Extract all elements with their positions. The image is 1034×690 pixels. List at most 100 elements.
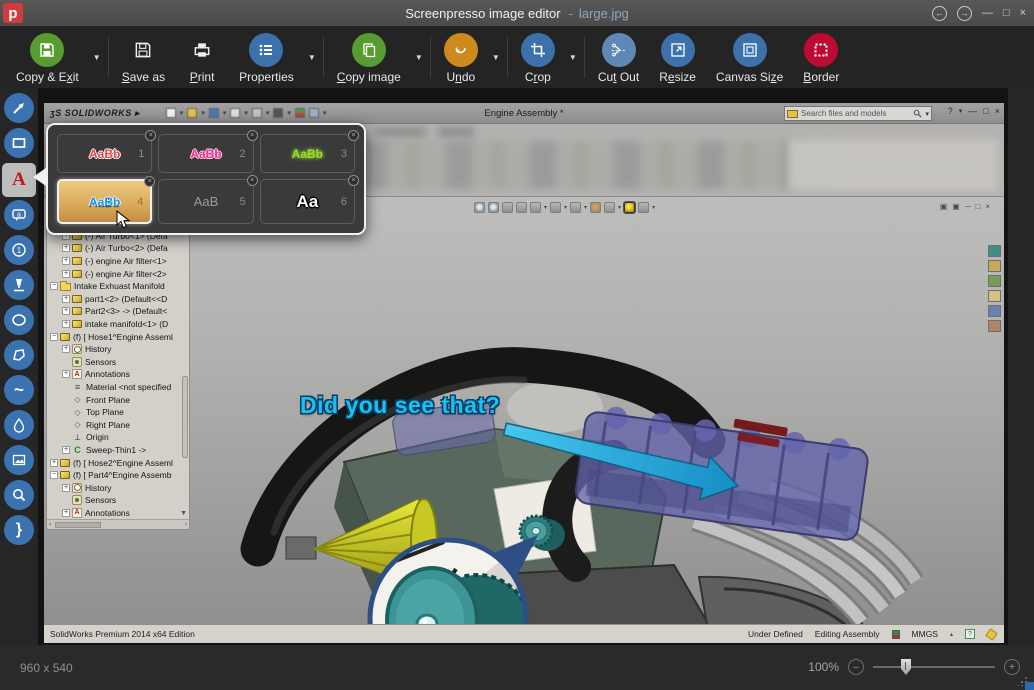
style-tile-2[interactable]: AaBb 2 × (158, 134, 253, 173)
text-tool[interactable]: A (4, 165, 34, 195)
expand-icon[interactable]: + (62, 446, 70, 454)
style-tile-1[interactable]: AaBb 1 × (57, 134, 152, 173)
polygon-tool[interactable] (4, 340, 34, 370)
style-tile-4-selected[interactable]: AaBb 4 × (57, 179, 152, 224)
expand-icon[interactable]: + (62, 345, 70, 353)
tree-item[interactable]: + (-) engine Air filter<2> (47, 267, 189, 280)
crop-button[interactable]: Crop (511, 29, 565, 86)
canvas-size-button[interactable]: Canvas Size (706, 29, 793, 86)
tree-item[interactable]: + (f) [ Hose2^Engine Asseml (47, 456, 189, 469)
delete-style-icon[interactable]: × (144, 176, 155, 187)
annotation-text[interactable]: Did you see that? (300, 392, 500, 419)
back-icon[interactable]: ← (932, 6, 947, 21)
copy-exit-button[interactable]: Copy & Exit (6, 29, 89, 86)
properties-dropdown[interactable]: ▼ (304, 53, 320, 62)
undo-dropdown[interactable]: ▼ (488, 53, 504, 62)
delete-style-icon[interactable]: × (348, 130, 359, 141)
tree-item[interactable]: Origin (47, 431, 189, 444)
tree-item[interactable]: − (f) [ Part4^Engine Assemb (47, 469, 189, 482)
expand-icon[interactable]: + (62, 295, 70, 303)
text-bubble-tool[interactable]: a (4, 200, 34, 230)
tree-item[interactable]: + History (47, 481, 189, 494)
cut-out-button[interactable]: Cut Out (588, 29, 649, 86)
tree-item[interactable]: + Sweep-Thin1 -> (47, 444, 189, 457)
scroll-right-icon[interactable]: › (185, 521, 187, 528)
sw-units-label[interactable]: MMGS (912, 629, 938, 639)
freehand-tool[interactable]: ~ (4, 375, 34, 405)
tree-horizontal-scrollbar[interactable]: ‹ › (47, 519, 189, 529)
zoom-out-button[interactable]: – (848, 659, 864, 675)
tree-item[interactable]: + (-) Air Turbo<2> (Defa (47, 242, 189, 255)
tree-item[interactable]: + part1<2> (Default<<D (47, 293, 189, 306)
scroll-left-icon[interactable]: ‹ (49, 521, 51, 528)
expand-icon[interactable]: + (50, 459, 58, 467)
close-button[interactable]: × (1020, 7, 1026, 19)
minimize-button[interactable]: — (982, 7, 993, 19)
tree-scroll-down-icon[interactable]: ▼ (180, 510, 187, 517)
tree-item[interactable]: + Annotations (47, 368, 189, 381)
tree-item-icon (72, 508, 82, 518)
expand-icon[interactable]: + (62, 484, 70, 492)
tree-item[interactable]: + intake manifold<1> (D (47, 318, 189, 331)
scrollbar-thumb[interactable] (55, 522, 101, 528)
tree-item[interactable]: Sensors (47, 494, 189, 507)
magnifier-tool[interactable] (4, 480, 34, 510)
copy-image-dropdown[interactable]: ▼ (411, 53, 427, 62)
quick-tips-icon[interactable]: ? (965, 629, 975, 639)
copy-image-button[interactable]: Copy image (327, 29, 411, 86)
forward-icon[interactable]: → (957, 6, 972, 21)
ellipse-tool[interactable] (4, 305, 34, 335)
tree-vertical-scrollbar[interactable] (182, 376, 188, 458)
brace-tool[interactable]: } (4, 515, 34, 545)
copy-exit-dropdown[interactable]: ▼ (89, 53, 105, 62)
maximize-button[interactable]: □ (1003, 7, 1010, 19)
tree-item[interactable]: − Intake Exhuast Manifold (47, 280, 189, 293)
numbering-tool[interactable]: 1 (4, 235, 34, 265)
save-icon (30, 33, 64, 67)
expand-icon[interactable]: + (62, 270, 70, 278)
expand-icon[interactable]: + (62, 307, 70, 315)
tree-item[interactable]: Front Plane (47, 393, 189, 406)
zoom-slider[interactable] (873, 666, 995, 668)
expand-icon[interactable]: − (50, 282, 58, 290)
properties-button[interactable]: Properties (229, 29, 304, 86)
tree-item[interactable]: + (-) engine Air filter<1> (47, 255, 189, 268)
expand-icon[interactable]: − (50, 471, 58, 479)
save-as-button[interactable]: Save as (112, 29, 175, 86)
tree-item[interactable]: + Annotations (47, 507, 189, 520)
resize-button[interactable]: Resize (649, 29, 706, 86)
undo-button[interactable]: Undo (434, 29, 488, 86)
crop-dropdown[interactable]: ▼ (565, 53, 581, 62)
expand-icon[interactable]: + (62, 320, 70, 328)
print-button[interactable]: Print (175, 29, 229, 86)
tag-icon[interactable] (985, 628, 998, 641)
image-tool[interactable] (4, 445, 34, 475)
tree-item[interactable]: Material <not specified (47, 381, 189, 394)
zoom-in-button[interactable]: + (1004, 659, 1020, 675)
tree-item[interactable]: + Part2<3> -> (Default< (47, 305, 189, 318)
delete-style-icon[interactable]: × (348, 175, 359, 186)
tree-item[interactable]: + History (47, 343, 189, 356)
rectangle-tool[interactable] (4, 128, 34, 158)
sw-search-input[interactable]: Search files and models (801, 109, 910, 118)
expand-icon[interactable]: + (62, 509, 70, 517)
style-tile-3[interactable]: AaBb 3 × (260, 134, 355, 173)
expand-icon[interactable]: + (62, 257, 70, 265)
tree-item[interactable]: Right Plane (47, 418, 189, 431)
zoom-slider-thumb[interactable] (901, 659, 911, 675)
style-tile-5[interactable]: AaB 5 × (158, 179, 253, 224)
tree-item[interactable]: Top Plane (47, 406, 189, 419)
style-tile-6[interactable]: Aa 6 × (260, 179, 355, 224)
tree-item[interactable]: Sensors (47, 356, 189, 369)
tree-item[interactable]: − (f) [ Hose1^Engine Asseml (47, 330, 189, 343)
arrow-tool[interactable] (4, 93, 34, 123)
expand-icon[interactable]: + (62, 370, 70, 378)
blur-tool[interactable] (4, 410, 34, 440)
expand-icon[interactable]: + (62, 244, 70, 252)
border-button[interactable]: Border (793, 29, 849, 86)
highlighter-tool[interactable] (4, 270, 34, 300)
expand-icon[interactable]: − (50, 333, 58, 341)
delete-style-icon[interactable]: × (145, 130, 156, 141)
delete-style-icon[interactable]: × (247, 175, 258, 186)
delete-style-icon[interactable]: × (247, 130, 258, 141)
